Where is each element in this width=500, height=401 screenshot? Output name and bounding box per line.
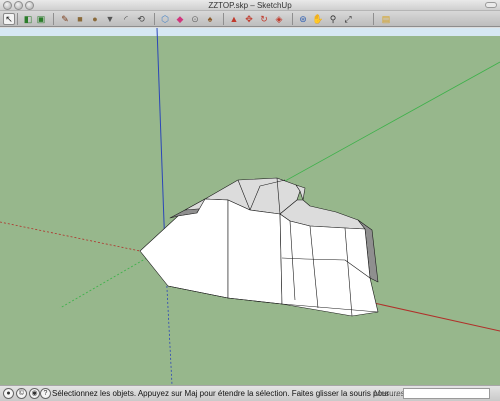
components-tool[interactable]: ◧: [22, 13, 34, 25]
rear-side-face: [279, 213, 379, 317]
toolbar-separator: [17, 13, 18, 25]
status-bar: ● © ◉ ? Sélectionnez les objets. Appuyez…: [0, 385, 500, 401]
pan-tool[interactable]: ✋: [312, 13, 324, 25]
sky: [0, 28, 500, 36]
door-face: [227, 199, 283, 305]
measurements-field[interactable]: [403, 388, 490, 399]
rotate-icon: ↻: [260, 14, 268, 24]
orbit-icon: ⊛: [299, 14, 307, 24]
zoom-icon: ⚲: [329, 14, 337, 24]
toolbar-separator: [223, 13, 224, 25]
orbit-tool[interactable]: ⊛: [297, 13, 309, 25]
rotate-tool[interactable]: ↻: [258, 13, 270, 25]
toolbar-toggle-button[interactable]: [485, 2, 497, 8]
push-pull-icon: ▲: [229, 14, 239, 24]
arrow-icon: ↖: [5, 14, 13, 24]
move-icon: ✥: [245, 14, 253, 24]
toolbar-separator: [154, 13, 155, 25]
geo-location-icon[interactable]: ●: [3, 388, 14, 399]
polygon-icon: ▼: [105, 14, 115, 24]
user-icon[interactable]: ◉: [29, 388, 40, 399]
eraser-tool[interactable]: ◆: [174, 13, 186, 25]
freehand-tool[interactable]: ⟲: [135, 13, 147, 25]
offset-icon: ◈: [275, 14, 283, 24]
arc-tool[interactable]: ◜: [120, 13, 132, 25]
rectangle-tool[interactable]: ■: [74, 13, 86, 25]
push-pull-tool[interactable]: ▲: [228, 13, 240, 25]
scene-canvas[interactable]: [0, 28, 500, 385]
help-icon[interactable]: ?: [40, 388, 51, 399]
polygon-tool[interactable]: ▼: [104, 13, 116, 25]
get-models-tool[interactable]: ▤: [380, 13, 392, 25]
toolbar-separator: [292, 13, 293, 25]
title-bar: ZZTOP.skp – SketchUp: [0, 0, 500, 11]
rectangle-icon: ■: [77, 14, 83, 24]
paint-icon: ▣: [36, 14, 46, 24]
status-message: Sélectionnez les objets. Appuyez sur Maj…: [52, 389, 398, 398]
paint-bucket-tool[interactable]: ▣: [35, 13, 47, 25]
zoom-extents-icon: ⤢: [344, 14, 352, 24]
model-viewport[interactable]: [0, 28, 500, 385]
make-component-tool[interactable]: ⬡: [159, 13, 171, 25]
make-component-icon: ⬡: [161, 14, 169, 24]
pan-icon: ✋: [312, 14, 324, 24]
eraser-icon: ◆: [176, 14, 184, 24]
bucket-icon: ♠: [207, 14, 213, 24]
arc-icon: ◜: [124, 14, 128, 24]
move-tool[interactable]: ✥: [243, 13, 255, 25]
tape-measure-tool[interactable]: ⊙: [189, 13, 201, 25]
select-tool[interactable]: ↖: [3, 13, 15, 25]
zoom-extents-tool[interactable]: ⤢: [342, 13, 354, 25]
components-icon: ◧: [23, 14, 33, 24]
offset-tool[interactable]: ◈: [273, 13, 285, 25]
credits-icon[interactable]: ©: [16, 388, 27, 399]
measurements-label: Mesures: [374, 389, 405, 398]
circle-icon: ●: [92, 14, 98, 24]
warehouse-icon: ▤: [381, 14, 391, 24]
toolbar-separator: [53, 13, 54, 25]
pencil-tool[interactable]: ✎: [59, 13, 71, 25]
window-title: ZZTOP.skp – SketchUp: [208, 1, 292, 10]
circle-tool[interactable]: ●: [89, 13, 101, 25]
main-toolbar: ↖ ◧ ▣ ✎ ■ ● ▼ ◜ ⟲ ⬡ ◆ ⊙ ♠ ▲ ✥ ↻ ◈ ⊛ ✋ ⚲ ⤢ ▤: [0, 11, 500, 27]
bucket-tool[interactable]: ♠: [204, 13, 216, 25]
tape-icon: ⊙: [191, 14, 199, 24]
toolbar-separator: [373, 13, 374, 25]
pencil-icon: ✎: [61, 14, 69, 24]
zoom-tool[interactable]: ⚲: [327, 13, 339, 25]
freehand-icon: ⟲: [137, 14, 145, 24]
